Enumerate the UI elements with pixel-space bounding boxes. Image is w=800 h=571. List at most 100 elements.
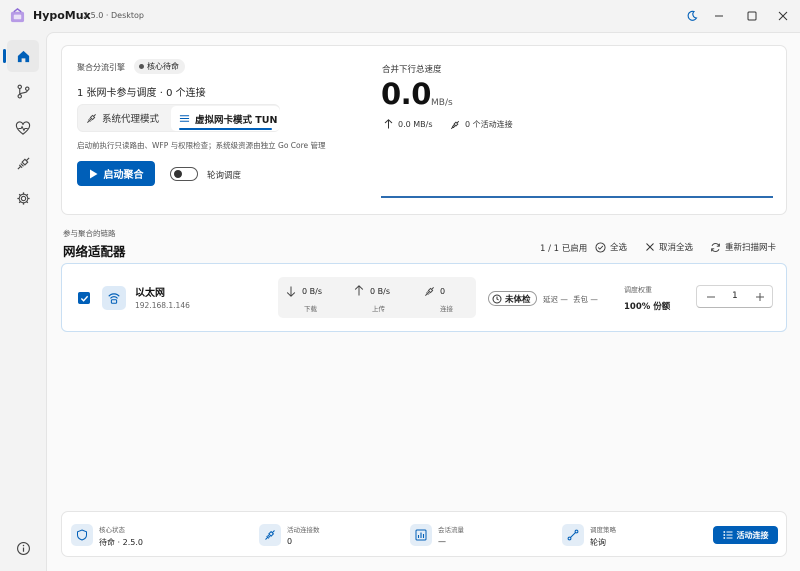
plug-icon: [16, 156, 30, 170]
plug-icon: [265, 530, 275, 540]
weight-share: 100% 份额: [624, 302, 671, 312]
nav-item-about[interactable]: [7, 532, 39, 564]
round-robin-label: 轮询调度: [207, 171, 242, 181]
nav-item-settings[interactable]: [7, 182, 39, 214]
arrow-up-icon: [384, 119, 393, 129]
maximize-button[interactable]: [744, 8, 760, 24]
rescan-label: 重新扫描网卡: [725, 243, 777, 253]
branch-icon: [17, 84, 29, 98]
round-robin-toggle[interactable]: [170, 167, 198, 181]
bar-chart-icon: [415, 529, 427, 541]
decrement-button[interactable]: [700, 286, 722, 307]
clock-icon: [492, 294, 502, 303]
health-text: 未体检: [505, 294, 531, 305]
close-button[interactable]: [775, 8, 791, 24]
ethernet-icon: [102, 286, 126, 310]
start-button-label: 启动聚合: [103, 170, 144, 181]
theme-toggle-button[interactable]: [684, 8, 700, 24]
app-version: 2.5.0 · Desktop: [83, 11, 144, 20]
speed-title: 合并下行总速度: [382, 65, 442, 75]
minus-icon: [707, 296, 715, 297]
mode-option-tun[interactable]: 虚拟网卡模式 TUN: [171, 106, 280, 131]
mode-option-proxy[interactable]: 系统代理模式: [78, 105, 171, 131]
latency-text: 延迟 —: [543, 295, 568, 304]
engine-card: 聚合分流引擎 核心待命 1 张网卡参与调度 · 0 个连接 系统代理模式 虚拟网…: [61, 45, 787, 215]
mode-option-label: 系统代理模式: [102, 114, 160, 125]
policy-icon: [562, 524, 584, 546]
connections-label: 连接: [440, 305, 453, 313]
adapter-name: 以太网: [135, 288, 165, 299]
close-icon: [646, 243, 654, 251]
status-text: 核心待命: [147, 62, 179, 71]
weight-value: 1: [732, 291, 738, 301]
download-label: 下载: [304, 305, 317, 313]
nav-item-health[interactable]: [7, 112, 39, 144]
nav-item-routing[interactable]: [7, 75, 39, 107]
plug-icon: [425, 287, 434, 296]
arrow-up-icon: [354, 285, 364, 296]
session-traffic-label: 会话流量: [438, 526, 464, 534]
refresh-icon: [711, 242, 720, 252]
weight-label: 调度权重: [624, 286, 652, 294]
main-content: 聚合分流引擎 核心待命 1 张网卡参与调度 · 0 个连接 系统代理模式 虚拟网…: [46, 32, 800, 571]
toggle-knob: [174, 170, 182, 178]
active-connections-button-label: 活动连接: [736, 530, 769, 540]
rescan-button[interactable]: 重新扫描网卡: [710, 241, 776, 253]
shield-icon: [77, 529, 87, 541]
select-all-button[interactable]: 全选: [595, 241, 627, 253]
core-status-value: 待命 · 2.5.0: [99, 538, 143, 547]
gear-icon: [16, 191, 30, 205]
download-value: 0 B/s: [302, 287, 322, 296]
upload-speed: 0.0 MB/s: [384, 119, 433, 129]
active-conn-label: 活动连接数: [287, 526, 320, 534]
mode-switcher: 系统代理模式 虚拟网卡模式 TUN: [77, 104, 280, 132]
menu-icon: [179, 115, 190, 122]
select-all-label: 全选: [610, 243, 628, 253]
title-bar: HypoMux 2.5.0 · Desktop: [0, 0, 800, 32]
active-indicator: [179, 128, 272, 130]
weight-stepper[interactable]: 1: [696, 285, 773, 308]
plug-icon: [87, 113, 96, 123]
speed-chart-baseline: [381, 196, 773, 198]
status-dot-icon: [139, 64, 144, 69]
loss-text: 丢包 —: [573, 295, 598, 304]
list-icon: [723, 531, 732, 539]
core-status-icon: [71, 524, 93, 546]
speed-unit: MB/s: [431, 98, 453, 108]
engine-hint: 启动前执行只读路由、WFP 与权限检查；系统级资源由独立 Go Core 管理: [77, 141, 326, 150]
active-conn-value: 0: [287, 537, 293, 546]
minimize-button[interactable]: [711, 8, 727, 24]
minimize-icon: [715, 15, 723, 17]
check-circle-icon: [595, 241, 606, 253]
increment-button[interactable]: [749, 286, 771, 307]
heartbeat-icon: [15, 120, 31, 135]
health-badge: 未体检: [488, 291, 537, 306]
route-icon: [567, 529, 579, 541]
network-icon: [108, 293, 120, 304]
play-icon: [89, 169, 97, 178]
active-conn-icon: [259, 524, 281, 546]
active-connections-button[interactable]: 活动连接: [713, 526, 778, 544]
adapter-ip: 192.168.1.146: [135, 301, 190, 310]
maximize-icon: [747, 11, 757, 21]
nav-item-connections[interactable]: [7, 147, 39, 179]
nav-item-home[interactable]: [3, 40, 39, 72]
mode-option-label: 虚拟网卡模式 TUN: [195, 114, 278, 126]
policy-label: 调度策略: [590, 526, 616, 534]
upload-label: 上传: [372, 305, 385, 313]
connections-value: 0: [440, 287, 446, 296]
moon-icon: [687, 10, 698, 21]
session-traffic-value: —: [438, 537, 446, 546]
active-connections-value: 0 个活动连接: [465, 120, 513, 129]
speed-value: 0.0: [381, 77, 431, 111]
policy-value: 轮询: [590, 538, 606, 547]
start-aggregation-button[interactable]: 启动聚合: [77, 161, 155, 186]
enabled-count-text: 1 / 1 已启用: [540, 244, 588, 254]
checkmark-icon: [80, 295, 88, 302]
engine-label: 聚合分流引擎: [77, 63, 125, 72]
deselect-all-button[interactable]: 取消全选: [645, 241, 693, 253]
nav-rail: [0, 32, 46, 571]
adapter-row[interactable]: 以太网 192.168.1.146 0 B/s 下载 0 B/s 上传 0 连接…: [61, 263, 787, 332]
adapter-checkbox[interactable]: [78, 292, 90, 304]
adapter-stats: 0 B/s 下载 0 B/s 上传 0 连接: [278, 277, 476, 318]
